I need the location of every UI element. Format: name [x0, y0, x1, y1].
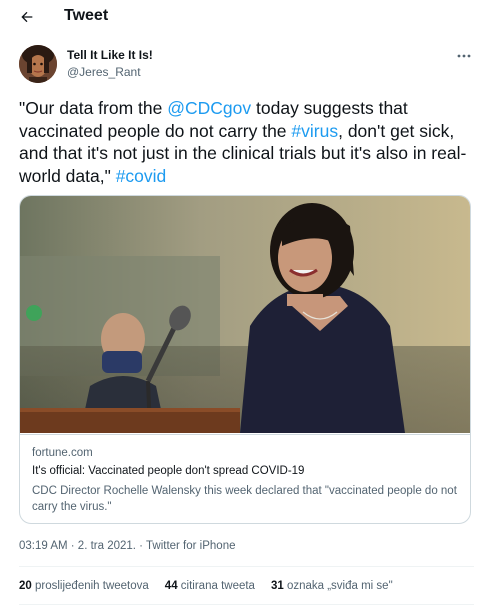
- mention-link[interactable]: @CDCgov: [167, 98, 251, 118]
- card-title: It's official: Vaccinated people don't s…: [32, 465, 305, 477]
- hashtag-link[interactable]: #virus: [291, 121, 338, 141]
- link-card[interactable]: fortune.com It's official: Vaccinated pe…: [19, 195, 471, 524]
- more-horizontal-icon: [457, 54, 471, 58]
- likes-label: oznaka „sviđa mi se": [286, 580, 393, 592]
- quotes-label: citirana tweeta: [180, 580, 255, 592]
- card-meta[interactable]: fortune.com It's official: Vaccinated pe…: [20, 434, 470, 523]
- tweet-timestamp[interactable]: 03:19 AM · 2. tra 2021. · Twitter for iP…: [19, 540, 235, 552]
- engagement-stats: 20 proslijeđenih tweetova 44 citirana tw…: [19, 580, 409, 592]
- quotes-count: 44: [164, 580, 178, 592]
- hashtag-link[interactable]: #covid: [116, 166, 167, 186]
- retweets-stat[interactable]: 20 proslijeđenih tweetova: [19, 580, 149, 592]
- arrow-left-icon: [21, 11, 33, 23]
- back-button[interactable]: [12, 4, 42, 30]
- retweets-label: proslijeđenih tweetova: [35, 580, 149, 592]
- likes-stat[interactable]: 31 oznaka „sviđa mi se": [271, 580, 393, 592]
- card-description: CDC Director Rochelle Walensky this week…: [32, 485, 457, 513]
- card-image[interactable]: [20, 196, 470, 433]
- author-name[interactable]: Tell It Like It Is!: [67, 48, 153, 62]
- divider: [19, 604, 474, 605]
- tweet-text: "Our data from the @CDCgov today suggest…: [19, 97, 474, 187]
- quotes-stat[interactable]: 44 citirana tweeta: [165, 580, 255, 592]
- avatar[interactable]: [19, 45, 57, 83]
- author-handle[interactable]: @Jeres_Rant: [67, 65, 141, 79]
- page-title: Tweet: [64, 7, 109, 24]
- tweet-text-segment: "Our data from the: [19, 98, 168, 118]
- likes-count: 31: [270, 580, 284, 592]
- card-domain: fortune.com: [32, 447, 93, 459]
- divider: [19, 566, 474, 567]
- retweets-count: 20: [19, 580, 32, 592]
- page-header: Tweet: [0, 0, 491, 36]
- more-button[interactable]: [452, 46, 476, 66]
